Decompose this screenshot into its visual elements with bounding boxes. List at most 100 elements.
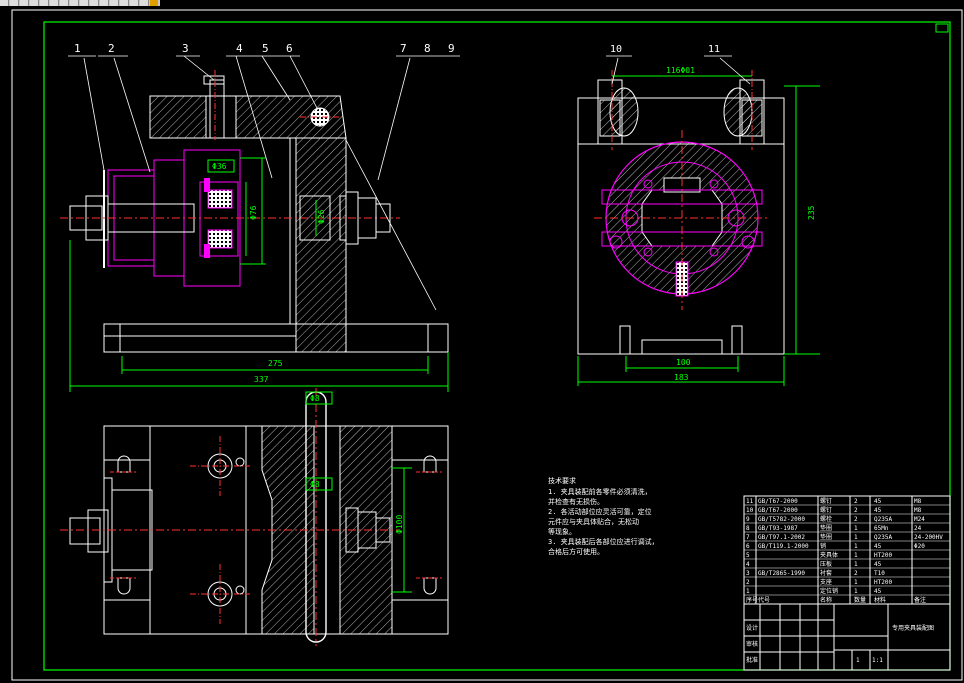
bom-cell-name: 衬套 [820,569,832,577]
bom-cell-mat: 65Mn [874,525,889,532]
dim-plan-mid: Φ8 [310,480,320,489]
bom-cell-name: 支座 [820,578,832,586]
bom-cell-qty: 1 [854,552,858,559]
bom-cell-code: GB/T119.1-2000 [758,543,809,550]
bom-cell-name: 螺钉 [820,497,832,505]
bom-cell-note: M8 [914,498,922,505]
bom-cell-name: 压板 [820,560,832,568]
bom-cell-no: 6 [746,543,750,550]
bom-header-note: 备注 [914,596,926,604]
balloon-6: 6 [286,42,293,55]
bom-cell-name: 垫圈 [820,533,832,541]
dim-fit-1: Φ36 [212,162,227,171]
balloon-2: 2 [108,42,115,55]
bom-cell-code: GB/T2865-1990 [758,570,805,577]
bom-header-mat: 材料 [874,596,886,604]
title-block-checker: 审核 [746,640,758,648]
bom-cell-qty: 1 [854,561,858,568]
notes-title: 技术要求 [548,476,576,485]
dim-side-height: 235 [807,205,816,220]
bom-cell-no: 7 [746,534,750,541]
notes-line: 并检查有无损伤。 [548,497,604,506]
bom-cell-mat: HT200 [874,579,892,586]
bom-cell-no: 3 [746,570,750,577]
dim-side-base: 100 [676,358,691,367]
bom-cell-qty: 2 [854,498,858,505]
dim-side-total: 183 [674,373,689,382]
dim-plan-top: Φ8 [310,394,320,403]
balloon-11: 11 [708,44,720,55]
bom-cell-qty: 1 [854,579,858,586]
bom-cell-mat: Q235A [874,516,892,523]
bom-cell-no: 8 [746,525,750,532]
bom-cell-no: 9 [746,516,750,523]
bom-cell-no: 1 [746,588,750,595]
notes-line: 1. 夹具装配前各零件必须清洗， [548,487,652,496]
sheet-corner-mark [935,23,949,33]
title-block [743,603,951,671]
title-block-designer: 设计 [746,624,758,632]
bom-cell-note: Φ20 [914,543,925,550]
notes-line: 3. 夹具装配后各部位应进行调试， [548,537,659,546]
bom-cell-note: 24-200HV [914,534,943,541]
bom-cell-name: 螺栓 [820,515,832,523]
front-view-balloons: 1 2 3 4 5 6 7 8 9 [74,42,455,55]
bom-cell-qty: 1 [854,534,858,541]
balloon-9: 9 [448,42,455,55]
bom-cell-qty: 1 [854,588,858,595]
balloon-5: 5 [262,42,269,55]
bom-cell-qty: 1 [854,525,858,532]
bom-cell-no: 4 [746,561,750,568]
dim-main-width: 275 [268,359,283,368]
balloon-7: 7 [400,42,407,55]
bom-cell-qty: 2 [854,516,858,523]
bom-table: 11 GB/T67-2000 螺钉 2 45 M810 GB/T67-2000 螺钉 2 45 M8… [743,495,951,605]
title-block-title: 专用夹具装配图 [892,624,934,632]
bom-cell-name: 销 [820,542,826,550]
side-view [577,55,820,386]
dim-main-height: Φ76 [249,205,258,220]
bom-cell-mat: 45 [874,561,882,568]
front-view [60,55,460,392]
bom-cell-code: GB/T97.1-2002 [758,534,805,541]
bom-cell-mat: HT200 [874,552,892,559]
bom-cell-no: 5 [746,552,750,559]
bom-cell-name: 夹具体 [820,551,838,559]
notes-line: 2. 各活动部位应灵活可靠，定位 [548,507,652,516]
title-block-scale: 1:1 [872,657,883,664]
balloon-10: 10 [610,44,622,55]
bom-cell-code: GB/T93-1987 [758,525,798,532]
cad-drawing-canvas[interactable]: 1 2 3 4 5 6 7 8 9 275 337 Φ76 Φ36 Φ26 10… [0,0,964,683]
balloon-8: 8 [424,42,431,55]
bom-cell-mat: T10 [874,570,885,577]
notes-line: 合格后方可使用。 [548,547,604,556]
dim-plan-height: Φ100 [395,515,404,534]
title-block-approver: 批准 [746,656,758,664]
bom-cell-name: 定位销 [820,587,838,595]
bom-cell-no: 11 [746,498,754,505]
bom-cell-mat: 45 [874,588,882,595]
bom-cell-note: M24 [914,516,925,523]
bom-cell-no: 10 [746,507,754,514]
bom-cell-note: M8 [914,507,922,514]
bom-cell-note: 24 [914,525,922,532]
plan-view [60,388,449,646]
dim-main-total: 337 [254,375,269,384]
bom-header-no: 序号 [746,596,758,604]
bom-cell-qty: 1 [854,543,858,550]
bom-cell-mat: Q235A [874,534,892,541]
notes-line: 等现象。 [548,527,576,536]
bom-header-qty: 数量 [854,596,866,604]
bom-cell-mat: 45 [874,498,882,505]
bom-cell-code: GB/T67-2000 [758,507,798,514]
bom-cell-mat: 45 [874,543,882,550]
bom-cell-name: 螺钉 [820,506,832,514]
dim-fit-2: Φ26 [317,209,326,224]
bom-cell-mat: 45 [874,507,882,514]
balloon-4: 4 [236,42,243,55]
bom-cell-no: 2 [746,579,750,586]
title-block-sheet: 1 [856,657,860,664]
bom-header-name: 名称 [820,596,832,604]
bom-cell-code: GB/T67-2000 [758,498,798,505]
bom-header-code: 代号 [758,596,770,604]
